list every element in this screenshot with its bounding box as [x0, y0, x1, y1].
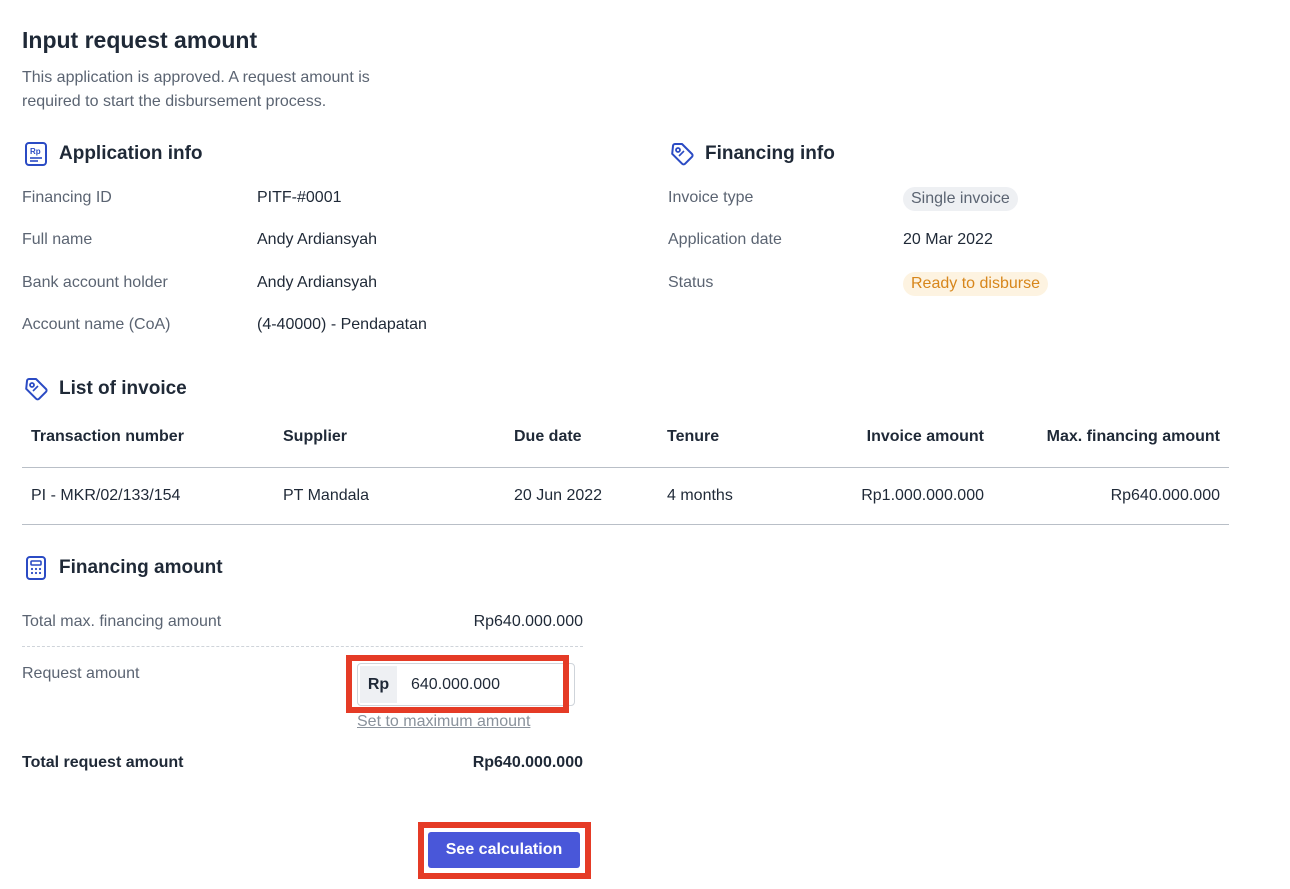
invoice-type-label: Invoice type [668, 189, 754, 206]
page-description: This application is approved. A request … [22, 69, 370, 110]
dashed-divider [22, 646, 583, 647]
see-calculation-button[interactable]: See calculation [428, 832, 580, 868]
financing-id-label: Financing ID [22, 189, 112, 206]
table-row: PI - MKR/02/133/154 PT Mandala 20 Jun 20… [22, 468, 1229, 525]
set-max-amount-link[interactable]: Set to maximum amount [357, 713, 530, 731]
total-max-value: Rp640.000.000 [473, 613, 583, 630]
table-cell: Rp640.000.000 [1110, 487, 1220, 504]
table-cell: PT Mandala [283, 487, 369, 504]
highlight-box [346, 655, 569, 713]
financing-info-title: Financing info [705, 142, 835, 164]
invoice-list-header: List of invoice [22, 375, 187, 402]
financing-info-header: Financing info [668, 140, 835, 167]
status-badge: Ready to disburse [903, 272, 1048, 296]
bank-account-holder-value: Andy Ardiansyah [257, 274, 378, 291]
rp-document-icon: Rp [22, 140, 49, 167]
table-cell: 4 months [667, 487, 733, 504]
column-header: Max. financing amount [1046, 427, 1220, 445]
column-header: Transaction number [31, 427, 184, 445]
column-header: Due date [514, 427, 582, 445]
total-max-label: Total max. financing amount [22, 613, 222, 630]
financing-id-value: PITF-#0001 [257, 189, 342, 206]
account-name-label: Account name (CoA) [22, 316, 171, 333]
tag-icon [22, 375, 49, 402]
application-info-title: Application info [59, 142, 203, 164]
column-header: Supplier [283, 427, 348, 445]
total-request-label: Total request amount [22, 754, 184, 771]
status-label: Status [668, 274, 714, 291]
table-header-row: Transaction number Supplier Due date Ten… [22, 420, 1229, 468]
page-title: Input request amount [22, 27, 258, 53]
account-name-value: (4-40000) - Pendapatan [257, 316, 427, 333]
total-request-value: Rp640.000.000 [472, 754, 583, 771]
invoice-type-badge: Single invoice [903, 187, 1018, 211]
application-date-label: Application date [668, 231, 782, 248]
bank-account-holder-label: Bank account holder [22, 274, 168, 291]
invoice-list-title: List of invoice [59, 377, 187, 399]
request-amount-label: Request amount [22, 665, 140, 682]
financing-amount-title: Financing amount [59, 556, 223, 578]
financing-amount-header: Financing amount [22, 554, 223, 581]
application-date-value: 20 Mar 2022 [903, 231, 993, 248]
calculator-icon [22, 554, 49, 581]
full-name-value: Andy Ardiansyah [257, 231, 378, 248]
svg-text:Rp: Rp [30, 147, 41, 156]
table-cell: Rp1.000.000.000 [861, 487, 984, 504]
full-name-label: Full name [22, 231, 93, 248]
table-cell: 20 Jun 2022 [514, 487, 603, 504]
invoice-table: Transaction number Supplier Due date Ten… [22, 420, 1229, 525]
column-header: Tenure [667, 427, 720, 445]
application-info-header: Rp Application info [22, 140, 203, 167]
table-cell: PI - MKR/02/133/154 [31, 487, 181, 504]
tag-icon [668, 140, 695, 167]
column-header: Invoice amount [866, 427, 984, 445]
